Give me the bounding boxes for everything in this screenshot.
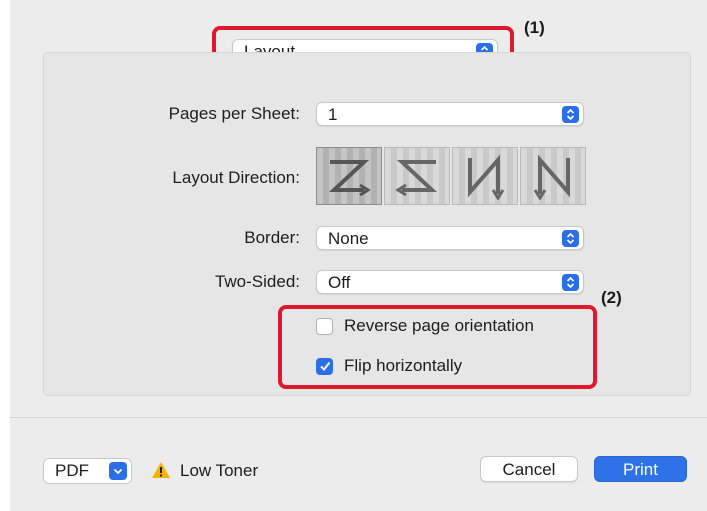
chevron-down-icon [109,462,127,480]
callout-1-label: (1) [524,18,545,37]
cancel-button[interactable]: Cancel [480,456,578,482]
layout-direction-n-button[interactable] [452,147,518,205]
reverse-n-icon [533,154,570,200]
print-button[interactable]: Print [594,456,687,482]
layout-direction-label: Layout Direction: [172,168,300,187]
z-left-to-right-icon [328,160,371,197]
pdf-label: PDF [55,461,89,480]
popup-stepper-icon [562,106,579,123]
warning-icon [152,462,170,478]
pages-per-sheet-popup[interactable]: 1 [316,102,584,126]
low-toner-status: Low Toner [180,461,259,480]
border-popup[interactable]: None [316,226,584,250]
pages-per-sheet-value: 1 [328,105,338,124]
border-label: Border: [244,228,300,247]
layout-direction-z-button[interactable] [316,147,382,205]
two-sided-popup[interactable]: Off [316,270,584,294]
popup-stepper-icon [562,274,579,291]
flip-horizontally-checkbox[interactable] [316,357,333,375]
two-sided-value: Off [328,273,351,292]
footer-divider [10,417,707,418]
two-sided-label: Two-Sided: [214,272,300,291]
n-top-to-bottom-icon [468,154,505,200]
border-value: None [328,229,369,248]
reverse-orientation-option[interactable]: Reverse page orientation [316,316,534,336]
pdf-menu-button[interactable]: PDF [43,458,132,484]
flip-horizontally-option[interactable]: Flip horizontally [316,356,462,376]
layout-direction-reverse-z-button[interactable] [384,147,450,205]
layout-direction-group [316,147,586,205]
reverse-z-icon [395,160,438,197]
pages-per-sheet-label: Pages per Sheet: [168,104,300,123]
popup-stepper-icon [562,230,579,247]
reverse-orientation-checkbox[interactable] [316,317,333,335]
layout-direction-reverse-n-button[interactable] [520,147,586,205]
checkmark-icon [319,361,330,372]
flip-horizontally-label: Flip horizontally [344,356,463,375]
callout-2-label: (2) [601,288,622,307]
reverse-orientation-label: Reverse page orientation [344,316,534,335]
